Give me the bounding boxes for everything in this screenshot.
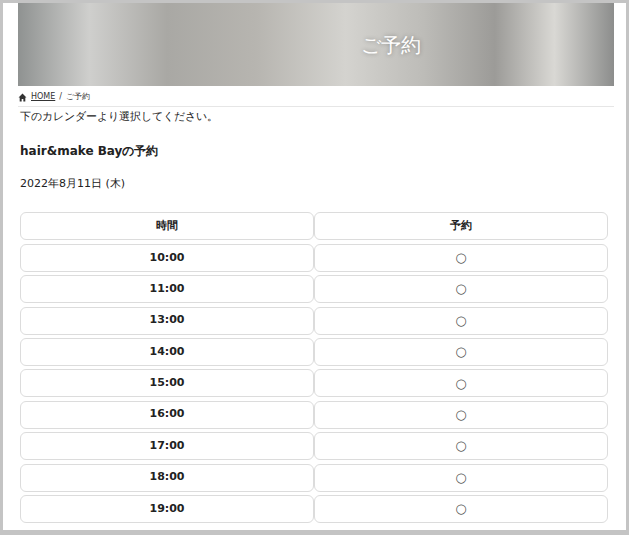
- time-cell: 17:00: [20, 432, 314, 460]
- page-title: ご予約: [361, 30, 421, 60]
- time-cell: 19:00: [20, 495, 314, 523]
- availability-cell[interactable]: ○: [314, 401, 608, 429]
- availability-mark[interactable]: ○: [455, 279, 466, 299]
- time-label: 18:00: [149, 469, 184, 486]
- time-cell: 10:00: [20, 244, 314, 272]
- column-header: 予約: [314, 212, 608, 240]
- time-label: 17:00: [149, 438, 184, 455]
- content: 下のカレンダーより選択してください。 hair&make Bayの予約 2022年8…: [3, 107, 626, 523]
- availability-cell[interactable]: ○: [314, 244, 608, 272]
- availability-mark[interactable]: ○: [455, 248, 466, 268]
- page: ご予約 HOME / ご予約下のカレンダーより選択してください。 hair&make B…: [3, 3, 626, 530]
- breadcrumb-bar: HOME / ご予約: [18, 86, 614, 107]
- home-icon[interactable]: [18, 93, 27, 102]
- availability-mark[interactable]: ○: [455, 468, 466, 488]
- availability-cell[interactable]: ○: [314, 275, 608, 303]
- booking-heading: hair&make Bayの予約: [20, 144, 608, 158]
- header-banner: ご予約: [18, 3, 614, 86]
- breadcrumb-separator: /: [59, 91, 62, 103]
- time-cell: 14:00: [20, 338, 314, 366]
- booking-date: 2022年8月11日 (木): [20, 176, 608, 193]
- time-cell: 18:00: [20, 464, 314, 492]
- time-label: 19:00: [149, 501, 184, 518]
- time-label: 11:00: [149, 281, 184, 298]
- availability-mark[interactable]: ○: [455, 311, 466, 331]
- availability-mark[interactable]: ○: [455, 499, 466, 519]
- intro-text: 下のカレンダーより選択してください。: [20, 109, 608, 126]
- breadcrumb-item[interactable]: HOME: [31, 91, 55, 103]
- availability-mark[interactable]: ○: [455, 374, 466, 394]
- availability-mark[interactable]: ○: [455, 436, 466, 456]
- time-label: 13:00: [149, 312, 184, 329]
- time-label: 10:00: [149, 250, 184, 267]
- time-cell: 15:00: [20, 369, 314, 397]
- availability-cell[interactable]: ○: [314, 307, 608, 335]
- time-label: 15:00: [149, 375, 184, 392]
- breadcrumb-item: ご予約: [66, 91, 90, 103]
- availability-cell[interactable]: ○: [314, 495, 608, 523]
- availability-cell[interactable]: ○: [314, 464, 608, 492]
- availability-cell[interactable]: ○: [314, 369, 608, 397]
- availability-cell[interactable]: ○: [314, 432, 608, 460]
- time-label: 14:00: [149, 344, 184, 361]
- time-cell: 13:00: [20, 307, 314, 335]
- time-cell: 16:00: [20, 401, 314, 429]
- availability-mark[interactable]: ○: [455, 405, 466, 425]
- column-header: 時間: [20, 212, 314, 240]
- availability-cell[interactable]: ○: [314, 338, 608, 366]
- availability-mark[interactable]: ○: [455, 342, 466, 362]
- booking-table: 時間予約 10:00 ○ 11:00 ○ 13:00 ○ 14:00 ○ 15:00 ○ 16:00 ○…: [20, 212, 608, 523]
- time-label: 16:00: [149, 406, 184, 423]
- time-cell: 11:00: [20, 275, 314, 303]
